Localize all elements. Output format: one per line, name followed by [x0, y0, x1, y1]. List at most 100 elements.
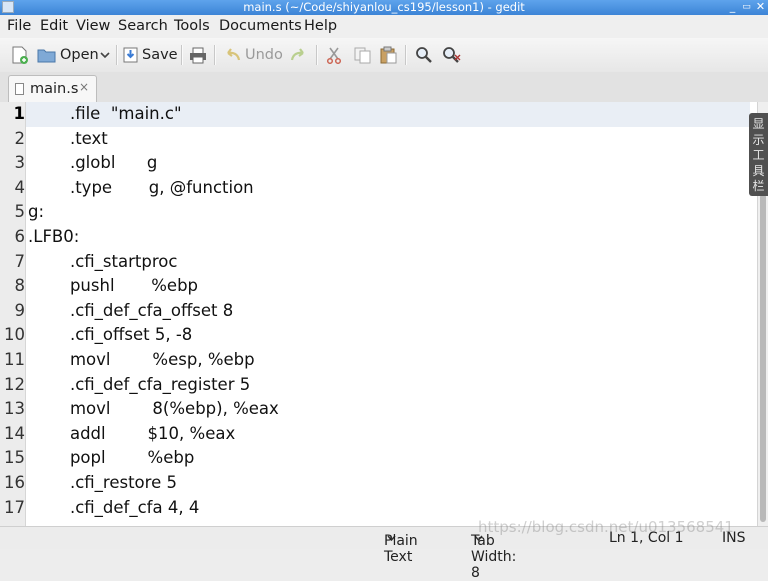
code-line: 8 pushl %ebp [0, 274, 750, 299]
open-button[interactable]: Open [37, 38, 99, 72]
code-line: 7 .cfi_startproc [0, 250, 750, 275]
folder-icon [37, 49, 56, 63]
code-text[interactable]: .globl g [28, 151, 157, 176]
minimize-button[interactable]: _ [726, 0, 739, 15]
copy-icon [354, 47, 371, 63]
code-line: 4 .type g, @function [0, 176, 750, 201]
copy-button[interactable] [354, 38, 371, 72]
code-text[interactable]: .file "main.c" [28, 102, 182, 127]
code-line: 1 .file "main.c" [0, 102, 750, 127]
undo-icon [227, 48, 241, 61]
code-text[interactable]: g: [28, 200, 44, 225]
tab-width-label: Tab Width: 8 [471, 533, 517, 581]
redo-button[interactable] [290, 38, 307, 72]
code-line: 12 .cfi_def_cfa_register 5 [0, 373, 750, 398]
line-number: 15 [4, 448, 25, 468]
language-selector[interactable]: Plain Text [384, 530, 418, 565]
line-number: 12 [4, 374, 25, 394]
close-button[interactable]: ✕ [754, 0, 767, 15]
code-line: 10 .cfi_offset 5, -8 [0, 323, 750, 348]
menu-documents[interactable]: Documents [219, 18, 302, 34]
menu-bar: File Edit View Search Tools Documents He… [0, 15, 768, 39]
line-number: 14 [4, 423, 25, 443]
save-label: Save [142, 47, 178, 63]
new-document-button[interactable] [11, 38, 29, 72]
menu-file[interactable]: File [7, 18, 31, 34]
line-number: 2 [14, 128, 26, 148]
line-number: 4 [14, 177, 26, 197]
search-icon [416, 47, 432, 63]
tab-bar: main.s × [0, 72, 768, 103]
panel-char: 栏 [752, 179, 765, 193]
new-document-icon [12, 46, 28, 64]
print-button[interactable] [189, 38, 207, 72]
code-text[interactable]: .cfi_def_cfa 4, 4 [28, 496, 199, 521]
code-text[interactable]: .text [28, 127, 108, 152]
cut-button[interactable] [326, 38, 342, 72]
open-dropdown-button[interactable] [100, 38, 110, 72]
tab-label: main.s [30, 81, 79, 97]
line-number: 6 [14, 227, 26, 246]
scrollbar-thumb[interactable] [760, 194, 766, 522]
code-text[interactable]: addl $10, %eax [28, 422, 235, 447]
line-number: 7 [14, 251, 26, 271]
text-editor[interactable]: 1 .file "main.c" 2 .text 3 .globl g 4 .t… [0, 102, 768, 526]
line-number: 1 [13, 104, 25, 123]
toolbar-separator [116, 45, 118, 65]
undo-button[interactable]: Undo [224, 38, 283, 72]
paste-button[interactable] [380, 38, 397, 72]
code-text[interactable]: .cfi_def_cfa_register 5 [28, 373, 250, 398]
document-icon [15, 83, 24, 95]
line-number: 17 [4, 497, 25, 517]
code-line: 14 addl $10, %eax [0, 422, 750, 447]
window-title: main.s (~/Code/shiyanlou_cs195/lesson1) … [243, 0, 525, 14]
code-line: 11 movl %esp, %ebp [0, 348, 750, 373]
panel-char: 具 [752, 163, 765, 178]
code-line: 5 g: [0, 200, 750, 225]
code-text[interactable]: .type g, @function [28, 176, 254, 201]
find-replace-icon [443, 47, 461, 63]
find-button[interactable] [415, 38, 433, 72]
app-icon[interactable] [2, 1, 14, 13]
menu-tools[interactable]: Tools [174, 18, 210, 34]
toolbar-separator [214, 45, 216, 65]
redo-icon [290, 48, 304, 61]
line-number: 13 [4, 399, 25, 419]
undo-label: Undo [245, 47, 283, 63]
code-line: 15 popl %ebp [0, 446, 750, 471]
line-number: 5 [14, 202, 26, 222]
code-line: 9 .cfi_def_cfa_offset 8 [0, 299, 750, 324]
code-text[interactable]: movl %esp, %ebp [28, 348, 255, 373]
show-toolbar-panel[interactable]: 显 示 工 具 栏 [749, 113, 768, 196]
save-button[interactable]: Save [123, 38, 178, 72]
toolbar: Open Save Undo [0, 38, 768, 73]
find-replace-button[interactable] [442, 38, 462, 72]
menu-help[interactable]: Help [304, 18, 337, 34]
line-number: 9 [14, 300, 26, 320]
tab-close-icon[interactable]: × [79, 80, 89, 94]
menu-edit[interactable]: Edit [40, 18, 68, 34]
tab-main-s[interactable]: main.s × [8, 75, 97, 103]
save-icon [123, 47, 138, 63]
line-number: 11 [4, 350, 25, 369]
code-text[interactable]: movl 8(%ebp), %eax [28, 397, 279, 422]
code-text[interactable]: .cfi_startproc [28, 250, 177, 275]
toolbar-separator [316, 45, 318, 65]
code-text[interactable]: pushl %ebp [28, 274, 198, 299]
code-text[interactable]: .LFB0: [28, 225, 79, 250]
code-text[interactable]: .cfi_def_cfa_offset 8 [28, 299, 233, 324]
code-text[interactable]: popl %ebp [28, 446, 194, 471]
watermark: https://blog.csdn.net/u013568541 [478, 518, 734, 536]
menu-view[interactable]: View [76, 18, 110, 34]
code-text[interactable]: .cfi_offset 5, -8 [28, 323, 192, 348]
code-line: 6 .LFB0: [0, 225, 750, 250]
line-number: 16 [4, 473, 25, 492]
restore-button[interactable]: ▭ [740, 0, 753, 15]
chevron-down-icon [100, 52, 110, 59]
panel-char: 工 [752, 148, 765, 162]
code-line: 17 .cfi_def_cfa 4, 4 [0, 496, 750, 521]
code-line: 13 movl 8(%ebp), %eax [0, 397, 750, 422]
menu-search[interactable]: Search [118, 18, 168, 34]
code-line: 16 .cfi_restore 5 [0, 471, 750, 496]
code-text[interactable]: .cfi_restore 5 [28, 471, 177, 496]
